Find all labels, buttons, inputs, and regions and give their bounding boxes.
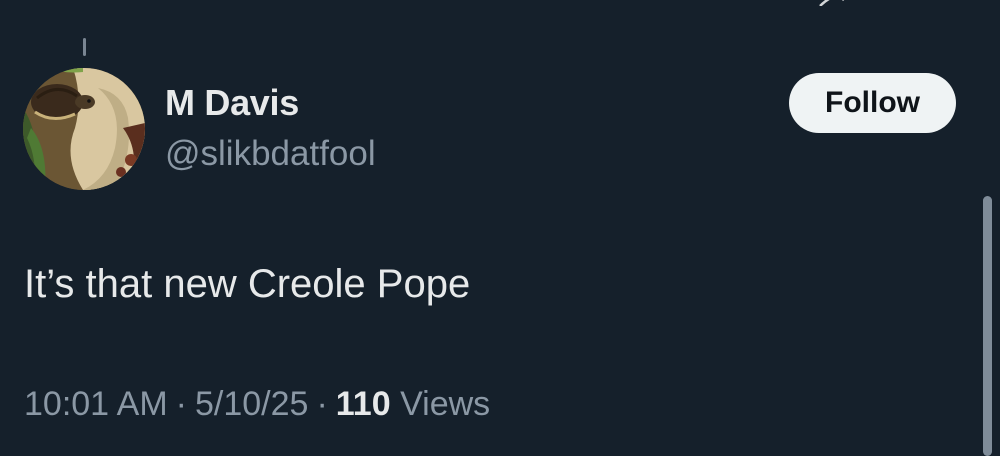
- thread-connector-line: [83, 38, 86, 56]
- author-display-name[interactable]: M Davis: [165, 82, 299, 124]
- author-handle[interactable]: @slikbdatfool: [165, 134, 376, 174]
- tweet-meta: 10:01 AM · 5/10/25 · 110 Views: [24, 385, 490, 424]
- tweet-text: It’s that new Creole Pope: [24, 262, 471, 306]
- tweet-time[interactable]: 10:01 AM: [24, 385, 168, 423]
- follow-button[interactable]: Follow: [789, 73, 956, 133]
- tweet-date[interactable]: 5/10/25: [195, 385, 308, 423]
- meta-separator: ·: [316, 385, 328, 423]
- avatar[interactable]: [23, 68, 145, 190]
- views-label: Views: [400, 385, 491, 423]
- turtle-avatar-icon: [23, 68, 145, 190]
- partial-icon: [819, 0, 845, 6]
- views-count: 110: [335, 385, 391, 423]
- scrollbar[interactable]: [983, 196, 992, 456]
- meta-separator: ·: [175, 385, 187, 423]
